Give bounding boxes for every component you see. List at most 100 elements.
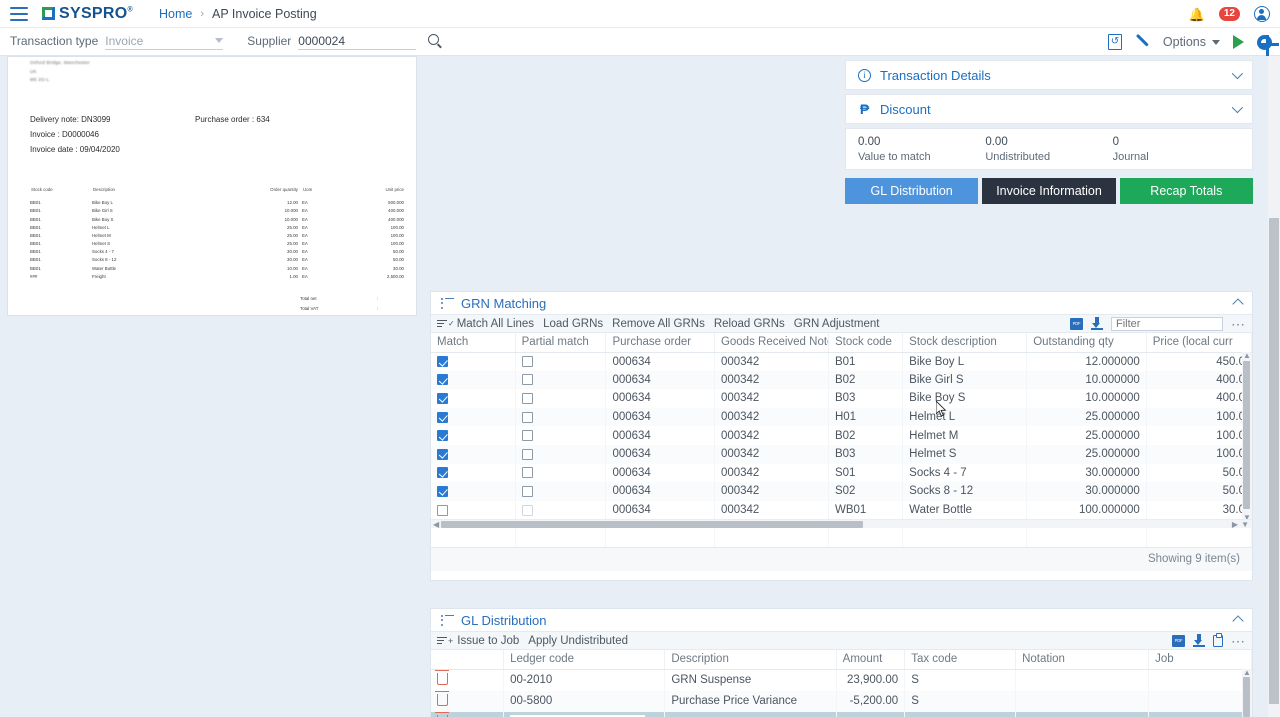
trash-icon[interactable]	[435, 690, 450, 706]
user-account-icon[interactable]	[1254, 6, 1270, 22]
invoice-information-button[interactable]: Invoice Information	[982, 178, 1116, 204]
document-restore-icon[interactable]	[1107, 34, 1122, 50]
breadcrumb-home[interactable]: Home	[159, 7, 192, 21]
match-checkbox[interactable]	[437, 430, 448, 442]
search-icon[interactable]	[428, 33, 440, 45]
table-row[interactable]: 00-5800 Purchase Price Variance -5,200.00 S	[431, 690, 1252, 712]
grn-column-header[interactable]: Stock description	[902, 333, 1028, 353]
add-row-icon[interactable]: +	[437, 636, 453, 646]
partial-match-checkbox[interactable]	[521, 356, 533, 368]
chevron-up-icon[interactable]	[1232, 615, 1244, 627]
partial-match-checkbox[interactable]	[521, 430, 533, 442]
table-row[interactable]: 000634 000342 B01 Bike Boy L 12.000000 450.0	[431, 352, 1253, 371]
table-row[interactable]: 000634 000342 H01 Helmet L 25.000000 100.0	[431, 407, 1253, 427]
clipboard-icon[interactable]	[1213, 632, 1223, 647]
table-row[interactable]: 00-2010 GRN Suspense 23,900.00 S	[431, 669, 1252, 691]
pdf-export-icon[interactable]	[1172, 634, 1185, 647]
partial-match-checkbox[interactable]	[521, 504, 533, 516]
gl-edit-cell[interactable]	[1148, 711, 1252, 717]
gl-column-header[interactable]	[431, 650, 505, 670]
partial-match-checkbox[interactable]	[521, 411, 533, 423]
invoice-document-preview[interactable]: Oxford Bridge, Manchester UK M5 2G-L Del…	[7, 56, 417, 316]
page-vscroll-thumb[interactable]	[1269, 218, 1279, 704]
gl-vertical-scrollbar[interactable]: ▲ ▼	[1242, 669, 1251, 717]
gl-edit-row[interactable]	[431, 711, 1252, 717]
gl-edit-cell[interactable]	[664, 711, 837, 717]
issue-to-job-action[interactable]: Issue to Job	[457, 635, 519, 647]
grn-column-header[interactable]: Stock code	[828, 333, 904, 353]
pdf-export-icon[interactable]	[1070, 317, 1083, 330]
supplier-input[interactable]: 0000024	[298, 34, 417, 50]
rows-check-icon[interactable]: ✓	[437, 319, 455, 328]
gl-column-header[interactable]: Notation	[1015, 650, 1150, 670]
apply-undistributed-action[interactable]: Apply Undistributed	[528, 635, 628, 647]
match-checkbox[interactable]	[437, 392, 448, 404]
partial-match-checkbox[interactable]	[521, 374, 533, 386]
transaction-details-accordion[interactable]: i Transaction Details	[845, 60, 1253, 90]
more-options-icon[interactable]: ⋯	[1231, 317, 1246, 331]
grn-horizontal-scrollbar[interactable]: ◀ ▶ ▼	[431, 519, 1252, 529]
gl-edit-cell[interactable]	[1015, 711, 1150, 717]
chevron-up-icon[interactable]	[1232, 298, 1244, 310]
match-checkbox[interactable]	[437, 504, 448, 516]
chevron-down-icon[interactable]	[1231, 101, 1244, 114]
gear-icon[interactable]	[1257, 34, 1279, 56]
transaction-type-select[interactable]: Invoice	[105, 34, 224, 50]
match-checkbox[interactable]	[437, 374, 448, 386]
reload-grns-action[interactable]: Reload GRNs	[714, 318, 785, 330]
table-row[interactable]: 000634 000342 B02 Bike Girl S 10.000000 400.0	[431, 370, 1253, 390]
hamburger-menu-icon[interactable]	[10, 6, 28, 21]
load-grns-action[interactable]: Load GRNs	[543, 318, 603, 330]
grn-column-header[interactable]: Price (local curr	[1146, 333, 1253, 353]
chevron-down-icon[interactable]	[1231, 67, 1244, 80]
partial-match-checkbox[interactable]	[521, 485, 533, 497]
discount-accordion[interactable]: ₱ Discount	[845, 94, 1253, 124]
page-vertical-scrollbar[interactable]	[1268, 56, 1280, 717]
gl-column-header[interactable]: Description	[664, 650, 837, 670]
table-row[interactable]: 000634 000342 B03 Helmet S 25.000000 100.0	[431, 444, 1253, 464]
grn-column-header[interactable]: Match	[431, 333, 516, 353]
match-checkbox[interactable]	[437, 467, 448, 479]
table-row[interactable]: 000634 000342 S02 Socks 8 - 12 30.000000 50.0	[431, 482, 1253, 501]
table-row[interactable]: 000634 000342 B02 Helmet M 25.000000 100.0	[431, 426, 1253, 445]
download-icon[interactable]	[1193, 634, 1205, 647]
match-checkbox[interactable]	[437, 356, 448, 368]
grn-column-header[interactable]: Purchase order	[605, 333, 715, 353]
gl-column-header[interactable]: Tax code	[904, 650, 1017, 670]
grn-column-header[interactable]: Goods Received Note	[714, 333, 829, 353]
table-row[interactable]: 000634 000342 B03 Bike Boy S 10.000000 400.0	[431, 389, 1253, 408]
table-row[interactable]: 000634 000342 S01 Socks 4 - 7 30.000000 50.0	[431, 463, 1253, 483]
table-row[interactable]	[431, 528, 1253, 547]
chevron-down-icon[interactable]	[1212, 39, 1220, 45]
match-checkbox[interactable]	[437, 485, 448, 497]
more-options-icon[interactable]: ⋯	[1231, 634, 1246, 648]
grn-hscroll-thumb[interactable]	[441, 521, 863, 529]
gl-column-header[interactable]: Ledger code	[503, 650, 666, 670]
grn-adjustment-action[interactable]: GRN Adjustment	[794, 318, 880, 330]
gl-column-header[interactable]: Job	[1148, 650, 1252, 670]
recap-totals-button[interactable]: Recap Totals	[1119, 178, 1253, 204]
partial-match-checkbox[interactable]	[521, 467, 533, 479]
options-button[interactable]: Options	[1163, 35, 1206, 49]
gl-edit-cell[interactable]	[836, 711, 906, 717]
match-checkbox[interactable]	[437, 411, 448, 423]
notification-count-badge[interactable]: 12	[1218, 7, 1240, 21]
grn-vertical-scrollbar[interactable]: ▲ ▼	[1242, 352, 1251, 522]
grn-column-header[interactable]: Partial match	[515, 333, 607, 353]
gl-vscroll-thumb[interactable]	[1243, 677, 1250, 717]
match-checkbox[interactable]	[437, 448, 448, 460]
gl-distribution-button[interactable]: GL Distribution	[845, 178, 979, 204]
pencil-icon[interactable]	[1135, 35, 1150, 50]
play-icon[interactable]	[1233, 35, 1244, 49]
bell-icon[interactable]: 🔔	[1189, 8, 1205, 21]
table-row[interactable]: 000634 000342 WB01 Water Bottle 100.000000 30…	[431, 500, 1253, 520]
download-icon[interactable]	[1091, 317, 1103, 330]
gl-edit-cell[interactable]	[904, 711, 1017, 717]
grn-filter-input[interactable]	[1111, 316, 1223, 331]
grn-vscroll-thumb[interactable]	[1243, 361, 1250, 509]
gl-column-header[interactable]: Amount	[836, 650, 906, 670]
partial-match-checkbox[interactable]	[521, 448, 533, 460]
trash-icon[interactable]	[435, 669, 450, 685]
match-all-lines-action[interactable]: Match All Lines	[457, 318, 534, 330]
partial-match-checkbox[interactable]	[521, 392, 533, 404]
